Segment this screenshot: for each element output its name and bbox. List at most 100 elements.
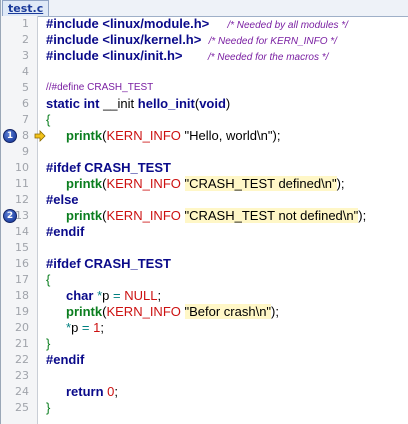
code-token: { bbox=[46, 272, 51, 287]
code-line[interactable]: 24 return 0; bbox=[1, 384, 408, 400]
code-line[interactable]: 5//#define CRASH_TEST bbox=[1, 80, 408, 96]
gutter-markers: 12 bbox=[1, 16, 46, 424]
code-text: printk(KERN_INFO "CRASH_TEST not defined… bbox=[66, 208, 366, 224]
code-token: { bbox=[46, 112, 51, 127]
code-lines[interactable]: 1 #include <linux/module.h> /* Needed by … bbox=[1, 16, 408, 416]
code-line[interactable]: 17{ bbox=[1, 272, 408, 288]
code-token: ); bbox=[336, 176, 345, 191]
code-line[interactable]: 23 bbox=[1, 368, 408, 384]
code-token: #include <linux/init.h> bbox=[46, 48, 183, 63]
code-text: *p = 1; bbox=[66, 320, 104, 336]
code-line[interactable]: 2 #include <linux/kernel.h> /* Needed for… bbox=[1, 32, 408, 48]
code-token: /* Needed for KERN_INFO */ bbox=[208, 36, 337, 47]
code-line[interactable]: 1 #include <linux/module.h> /* Needed by … bbox=[1, 16, 408, 32]
code-text: #else bbox=[46, 192, 79, 208]
code-token: ; bbox=[114, 384, 119, 399]
code-token: #ifdef CRASH_TEST bbox=[46, 256, 171, 271]
code-text: #include <linux/kernel.h> /* Needed for … bbox=[46, 32, 337, 48]
code-token: "CRASH_TEST not defined\n" bbox=[184, 208, 359, 223]
code-line[interactable]: 6 static int __init hello_init(void) bbox=[1, 96, 408, 112]
code-token: __init bbox=[103, 96, 138, 111]
code-text: { bbox=[46, 112, 50, 128]
code-token: #endif bbox=[46, 352, 85, 367]
tab-test-c[interactable]: test.c bbox=[2, 0, 50, 16]
code-line[interactable]: 21} bbox=[1, 336, 408, 352]
code-token: p bbox=[102, 288, 113, 303]
code-line[interactable]: 20 *p = 1; bbox=[1, 320, 408, 336]
code-line[interactable]: 4 bbox=[1, 64, 408, 80]
code-text: return 0; bbox=[66, 384, 118, 400]
code-token: "CRASH_TEST defined\n" bbox=[184, 176, 337, 191]
code-line[interactable]: 12 #else bbox=[1, 192, 408, 208]
code-text: } bbox=[46, 400, 50, 416]
code-line[interactable]: 16 #ifdef CRASH_TEST bbox=[1, 256, 408, 272]
code-text: } bbox=[46, 336, 50, 352]
code-line[interactable]: 8 printk(KERN_INFO "Hello, world\n"); bbox=[1, 128, 408, 144]
code-token: KERN_INFO bbox=[106, 128, 181, 143]
code-token: } bbox=[46, 400, 51, 415]
code-editor[interactable]: test.c 1 #include <linux/module.h> /* Nee… bbox=[0, 0, 408, 424]
code-line[interactable]: 18 char *p = NULL; bbox=[1, 288, 408, 304]
code-token: = bbox=[81, 320, 90, 335]
breakpoint-icon[interactable]: 2 bbox=[3, 209, 17, 223]
code-token: //#define CRASH_TEST bbox=[46, 82, 154, 93]
code-token: #endif bbox=[46, 224, 85, 239]
code-token: char bbox=[66, 288, 98, 303]
code-line[interactable]: 22 #endif bbox=[1, 352, 408, 368]
code-text: printk(KERN_INFO "Hello, world\n"); bbox=[66, 128, 280, 144]
code-token: printk bbox=[66, 128, 103, 143]
code-text: #ifdef CRASH_TEST bbox=[46, 160, 171, 176]
code-text: #endif bbox=[46, 352, 84, 368]
code-line[interactable]: 9 bbox=[1, 144, 408, 160]
code-token: } bbox=[46, 336, 51, 351]
code-token: KERN_INFO bbox=[106, 304, 181, 319]
code-token: #include <linux/kernel.h> bbox=[46, 32, 202, 47]
code-line[interactable]: 25} bbox=[1, 400, 408, 416]
code-text: //#define CRASH_TEST bbox=[46, 80, 153, 96]
code-token: ); bbox=[358, 208, 367, 223]
code-line[interactable]: 3 #include <linux/init.h> /* Needed for t… bbox=[1, 48, 408, 64]
code-line[interactable]: 15 bbox=[1, 240, 408, 256]
code-text: #endif bbox=[46, 224, 84, 240]
code-token: #ifdef CRASH_TEST bbox=[46, 160, 171, 175]
breakpoint-icon[interactable]: 1 bbox=[3, 129, 17, 143]
code-token: static int bbox=[46, 96, 104, 111]
code-token: #else bbox=[46, 192, 79, 207]
code-token: ); bbox=[271, 304, 279, 319]
code-line[interactable]: 19 printk(KERN_INFO "Befor crash\n"); bbox=[1, 304, 408, 320]
code-line[interactable]: 11 printk(KERN_INFO "CRASH_TEST defined\n… bbox=[1, 176, 408, 192]
code-token: ) bbox=[225, 96, 231, 111]
code-text: #include <linux/init.h> /* Needed for th… bbox=[46, 48, 328, 64]
code-token: printk bbox=[66, 208, 103, 223]
current-line-arrow-icon bbox=[34, 130, 46, 142]
code-token: ); bbox=[272, 128, 281, 143]
code-line[interactable]: 7{ bbox=[1, 112, 408, 128]
code-token: return bbox=[66, 384, 108, 399]
code-token: KERN_INFO bbox=[106, 208, 181, 223]
code-token: ; bbox=[100, 320, 104, 335]
code-token: void bbox=[199, 96, 226, 111]
code-token: = bbox=[112, 288, 121, 303]
code-text: { bbox=[46, 272, 50, 288]
tab-bar: test.c bbox=[1, 0, 408, 17]
code-token: hello_init bbox=[137, 96, 195, 111]
code-token: printk bbox=[66, 176, 103, 191]
code-text: char *p = NULL; bbox=[66, 288, 161, 304]
code-line[interactable]: 14 #endif bbox=[1, 224, 408, 240]
code-token: printk bbox=[66, 304, 103, 319]
code-area[interactable]: 1 #include <linux/module.h> /* Needed by … bbox=[1, 16, 408, 424]
code-token: #include <linux/module.h> bbox=[46, 16, 210, 31]
code-line[interactable]: 10 #ifdef CRASH_TEST bbox=[1, 160, 408, 176]
code-line[interactable]: 13 printk(KERN_INFO "CRASH_TEST not defin… bbox=[1, 208, 408, 224]
code-token: p bbox=[71, 320, 82, 335]
code-text: printk(KERN_INFO "Befor crash\n"); bbox=[66, 304, 279, 320]
code-text: printk(KERN_INFO "CRASH_TEST defined\n")… bbox=[66, 176, 345, 192]
code-token: KERN_INFO bbox=[106, 176, 181, 191]
code-token: "Hello, world\n" bbox=[180, 128, 273, 143]
code-token: NULL bbox=[124, 288, 158, 303]
